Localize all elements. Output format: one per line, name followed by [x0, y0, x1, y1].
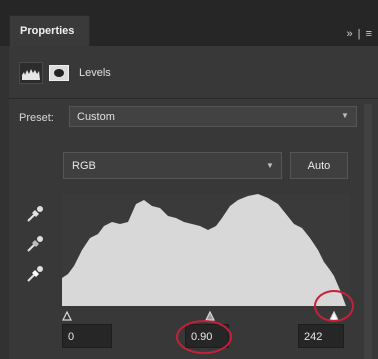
black-point-eyedropper-icon[interactable]	[25, 204, 45, 224]
divider	[9, 98, 378, 99]
histogram-icon[interactable]	[19, 62, 43, 84]
histogram	[62, 194, 350, 306]
white-point-eyedropper-icon[interactable]	[25, 264, 45, 284]
highlight-ring-white-handle	[314, 290, 354, 322]
tab-properties[interactable]: Properties	[9, 15, 90, 46]
gamma-handle	[205, 310, 215, 321]
properties-panel: Levels Preset: Custom ▼ RGB ▼ Auto 0 0.9…	[9, 46, 378, 359]
white-point-input[interactable]: 242	[298, 324, 344, 348]
chevron-down-icon: ▼	[341, 111, 349, 120]
channel-dropdown[interactable]: RGB ▼	[63, 152, 282, 179]
panel-scrollbar[interactable]	[364, 104, 372, 359]
panel-tab-bar: Properties » | ≡	[0, 0, 378, 46]
preset-dropdown[interactable]: Custom ▼	[69, 106, 357, 127]
gray-point-eyedropper-icon[interactable]	[25, 234, 45, 254]
mask-icon[interactable]	[49, 65, 69, 81]
chevron-down-icon: ▼	[266, 161, 274, 170]
tab-properties-label: Properties	[20, 25, 75, 37]
black-point-input[interactable]: 0	[62, 324, 112, 348]
auto-button[interactable]: Auto	[290, 152, 348, 179]
adjustment-title: Levels	[79, 67, 111, 79]
auto-button-label: Auto	[307, 160, 331, 172]
panel-menu-controls[interactable]: » | ≡	[346, 28, 373, 40]
channel-value: RGB	[72, 160, 96, 172]
highlight-ring-gamma-field	[176, 320, 232, 354]
histogram-shape	[62, 194, 346, 306]
preset-value: Custom	[77, 111, 115, 123]
black-point-handle	[62, 310, 72, 321]
preset-label: Preset:	[19, 112, 54, 124]
black-point-value: 0	[68, 331, 75, 343]
white-point-value: 242	[304, 331, 323, 343]
